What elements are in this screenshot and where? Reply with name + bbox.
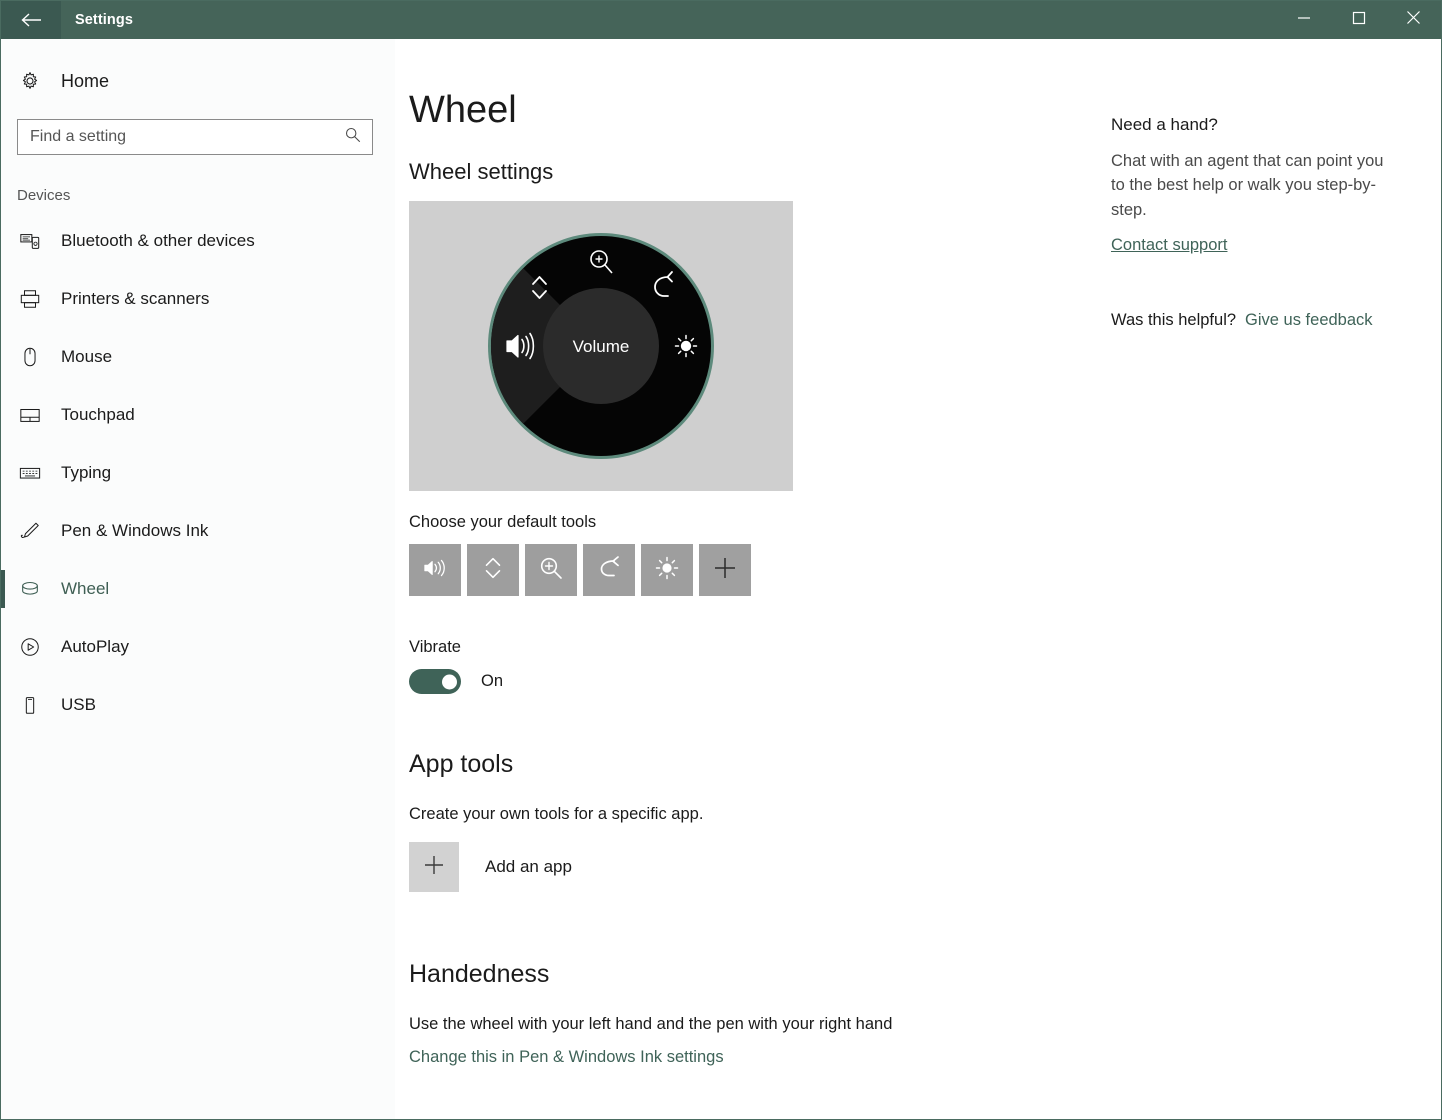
sidebar-item-label: Bluetooth & other devices	[61, 231, 255, 250]
tool-tile-brightness[interactable]	[641, 544, 693, 596]
sidebar-item-label: Touchpad	[61, 405, 135, 424]
search-input[interactable]	[30, 128, 344, 146]
app-tools-description: Create your own tools for a specific app…	[409, 805, 704, 823]
help-title: Need a hand?	[1111, 115, 1218, 134]
minimize-icon	[1297, 11, 1311, 29]
sidebar-item-home[interactable]: Home	[1, 57, 395, 105]
sidebar-item-touchpad[interactable]: Touchpad	[1, 386, 395, 444]
vibrate-label: Vibrate	[409, 638, 461, 656]
search-box[interactable]	[17, 119, 373, 155]
window-controls	[1276, 1, 1441, 39]
sidebar-item-label: USB	[61, 695, 96, 714]
wheel-preview-graphic: Volume	[488, 233, 714, 459]
help-body: Chat with an agent that can point you to…	[1111, 152, 1384, 219]
sidebar-group-label: Devices	[17, 187, 71, 204]
tool-tile-scroll[interactable]	[467, 544, 519, 596]
tool-tile-volume[interactable]	[409, 544, 461, 596]
back-button[interactable]	[1, 1, 61, 39]
sidebar-item-label: Wheel	[61, 579, 110, 598]
search-icon[interactable]	[344, 126, 362, 149]
scroll-updown-icon	[481, 555, 505, 586]
sidebar-item-label: Printers & scanners	[61, 289, 210, 308]
bluetooth-devices-icon	[17, 230, 43, 252]
settings-column: Wheel Wheel settings Volume Choose your …	[395, 91, 1101, 1119]
wheel-center-label: Volume	[573, 337, 630, 356]
sidebar-item-autoplay[interactable]: AutoPlay	[1, 618, 395, 676]
vibrate-toggle-row: On	[409, 669, 1101, 694]
brightness-icon	[654, 555, 680, 586]
usb-icon	[17, 694, 43, 716]
feedback-question: Was this helpful?	[1111, 310, 1237, 329]
plus-icon	[421, 852, 447, 883]
close-icon	[1406, 10, 1421, 30]
settings-window: Settings Home Find a setting Devices Blu…	[0, 0, 1442, 1120]
minimize-button[interactable]	[1276, 1, 1331, 39]
sidebar-item-label: Mouse	[61, 347, 113, 366]
brightness-icon	[674, 334, 698, 358]
tool-tile-undo[interactable]	[583, 544, 635, 596]
back-arrow-icon	[20, 12, 42, 28]
help-panel: Need a hand? Chat with an agent that can…	[1101, 91, 1401, 1119]
default-tools-label: Choose your default tools	[409, 513, 597, 531]
vibrate-toggle[interactable]	[409, 669, 461, 694]
sidebar-item-mouse[interactable]: Mouse	[1, 328, 395, 386]
maximize-icon	[1352, 11, 1366, 30]
printer-icon	[17, 288, 43, 310]
wheel-icon	[17, 578, 43, 600]
feedback-row: Was this helpful? Give us feedback	[1111, 311, 1401, 330]
toggle-knob	[442, 674, 457, 689]
sidebar-home-label: Home	[61, 70, 110, 91]
pen-icon	[17, 520, 43, 542]
tool-tile-zoom[interactable]	[525, 544, 577, 596]
main-content: Wheel Wheel settings Volume Choose your …	[395, 39, 1441, 1119]
contact-support-link[interactable]: Contact support	[1111, 236, 1227, 255]
undo-icon	[596, 555, 622, 585]
sidebar-item-bluetooth-other-devices[interactable]: Bluetooth & other devices	[1, 212, 395, 270]
wheel-preview[interactable]: Volume	[409, 201, 793, 491]
window-title: Settings	[75, 12, 133, 28]
plus-icon	[712, 555, 738, 586]
keyboard-icon	[17, 462, 43, 484]
handedness-heading: Handedness	[409, 960, 550, 988]
page-title: Wheel	[409, 89, 517, 131]
sidebar-item-label: AutoPlay	[61, 637, 130, 656]
sidebar-item-pen-windows-ink[interactable]: Pen & Windows Ink	[1, 502, 395, 560]
sidebar-item-label: Typing	[61, 463, 112, 482]
sidebar-item-typing[interactable]: Typing	[1, 444, 395, 502]
handedness-link[interactable]: Change this in Pen & Windows Ink setting…	[409, 1048, 724, 1066]
handedness-link-row: Change this in Pen & Windows Ink setting…	[409, 1048, 1101, 1067]
autoplay-icon	[17, 636, 43, 658]
gear-icon	[17, 70, 43, 92]
sidebar: Home Devices	[1, 39, 395, 1119]
wheel-settings-heading: Wheel settings	[409, 159, 554, 184]
app-tools-heading: App tools	[409, 750, 514, 778]
mouse-icon	[17, 346, 43, 368]
window-body: Home Devices	[1, 39, 1441, 1119]
touchpad-icon	[17, 404, 43, 426]
handedness-description: Use the wheel with your left hand and th…	[409, 1015, 893, 1033]
sidebar-item-label: Pen & Windows Ink	[61, 521, 209, 540]
default-tools-row	[409, 544, 1101, 596]
volume-icon	[422, 556, 448, 585]
maximize-button[interactable]	[1331, 1, 1386, 39]
add-app-label: Add an app	[485, 857, 572, 876]
vibrate-state-label: On	[481, 672, 504, 690]
zoom-in-icon	[538, 555, 564, 586]
title-bar: Settings	[1, 1, 1441, 39]
sidebar-item-wheel[interactable]: Wheel	[1, 560, 395, 618]
close-button[interactable]	[1386, 1, 1441, 39]
give-feedback-link[interactable]: Give us feedback	[1245, 311, 1373, 330]
sidebar-item-usb[interactable]: USB	[1, 676, 395, 734]
sidebar-item-printers-scanners[interactable]: Printers & scanners	[1, 270, 395, 328]
tool-tile-add[interactable]	[699, 544, 751, 596]
add-app-row[interactable]: Add an app	[409, 842, 1101, 892]
add-app-tile[interactable]	[409, 842, 459, 892]
